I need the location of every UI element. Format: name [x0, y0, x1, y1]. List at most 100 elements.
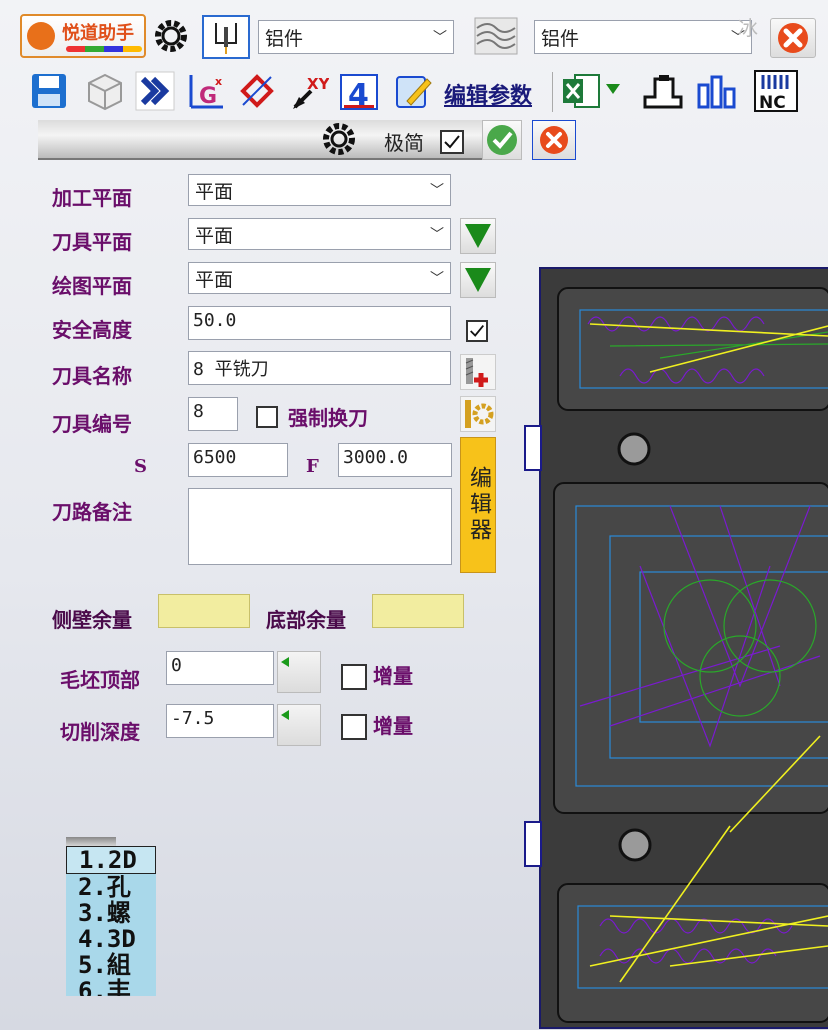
pencil-edit-icon: [396, 76, 432, 108]
side-allowance-label: 侧壁余量: [52, 608, 132, 632]
stock-top-pick-button[interactable]: [277, 651, 321, 693]
side-tab-bottom: [524, 821, 542, 867]
bolt-hole-bottom: [618, 828, 652, 862]
tool-plane-combo[interactable]: 平面 ﹀: [188, 218, 451, 250]
excel-icon: [563, 74, 600, 108]
cut-depth-pick-button[interactable]: [277, 704, 321, 746]
add-tool-icon: [465, 358, 488, 387]
cube-icon: [88, 73, 122, 111]
material-combo-right-value: 铝件: [541, 27, 580, 50]
drawing-plane-value: 平面: [195, 268, 234, 291]
mode-list-item-group[interactable]: 5.組: [66, 952, 156, 978]
drawing-plane-combo[interactable]: 平面 ﹀: [188, 262, 451, 294]
excel-export-button[interactable]: [560, 70, 602, 112]
bottom-allowance-input[interactable]: [372, 594, 464, 628]
mode-list-item-3d[interactable]: 4.3D: [66, 926, 156, 952]
simple-mode-label: 极简: [384, 131, 424, 155]
gear-icon: [155, 20, 187, 52]
solid-view-button[interactable]: [84, 70, 126, 112]
bolt-hole-top: [617, 432, 651, 466]
editor-button[interactable]: 编辑器: [460, 437, 496, 573]
fixture-button[interactable]: [640, 70, 686, 112]
mode-list[interactable]: 1.2D 2.孔 3.螺 4.3D 5.組 6.丰: [66, 846, 156, 996]
wave-pattern-button[interactable]: [470, 15, 522, 57]
xy-origin-button[interactable]: XY: [288, 70, 330, 112]
stock-top-label: 毛坯顶部: [60, 668, 140, 692]
material-combo-left[interactable]: 铝件 ﹀: [258, 20, 454, 54]
nc-label: NC: [759, 93, 786, 113]
tool-number-input[interactable]: 8: [188, 397, 238, 431]
logo-button[interactable]: 悦道助手: [20, 14, 146, 58]
simple-mode-checkbox[interactable]: [440, 130, 464, 154]
chevron-down-icon: ﹀: [430, 227, 444, 243]
pocket-bottom: [557, 883, 828, 1023]
cut-depth-label: 切削深度: [60, 720, 140, 744]
close-icon: [540, 126, 568, 154]
cut-depth-increment-label: 增量: [373, 714, 413, 738]
feed-rate-label: F: [306, 456, 319, 477]
cad-viewport[interactable]: [520, 266, 828, 1030]
logo-circle-icon: [27, 22, 55, 50]
mode-list-item-thread[interactable]: 3.螺: [66, 900, 156, 926]
tool-number-label: 刀具编号: [52, 412, 132, 436]
add-tool-button[interactable]: [460, 354, 496, 390]
chevron-down-icon: ﹀: [430, 271, 444, 287]
stock-top-input[interactable]: 0: [166, 651, 274, 685]
nc-output-button[interactable]: NC: [752, 68, 800, 114]
material-combo-right[interactable]: 铝件 ﹀: [534, 20, 752, 54]
xy-origin-icon: XY: [293, 75, 329, 109]
safe-height-label: 安全高度: [52, 318, 132, 342]
edit-params-icon-button[interactable]: [392, 70, 434, 112]
mode-list-item-2d[interactable]: 1.2D: [66, 846, 156, 874]
toolpath-note-label: 刀路备注: [52, 500, 132, 524]
close-window-button[interactable]: [770, 18, 816, 58]
toolpath-note-textarea[interactable]: [188, 488, 452, 565]
confirm-button[interactable]: [482, 120, 522, 160]
green-triangle-down-icon: [465, 224, 491, 248]
panel-settings-button[interactable]: [318, 118, 360, 160]
safe-height-input[interactable]: 50.0: [188, 306, 451, 340]
stock-top-increment-label: 增量: [373, 664, 413, 688]
tool-holder-button[interactable]: [202, 15, 250, 59]
bottom-allowance-label: 底部余量: [266, 608, 346, 632]
tool-name-input[interactable]: 8 平铣刀: [188, 351, 451, 385]
checkmark-icon: [470, 325, 484, 337]
logo-text: 悦道助手: [62, 23, 134, 44]
mode-list-item-hole[interactable]: 2.孔: [66, 874, 156, 900]
mode-list-item-six[interactable]: 6.丰: [66, 978, 156, 996]
cut-depth-input[interactable]: -7.5: [166, 704, 274, 738]
chevron-down-icon: ﹀: [430, 183, 444, 199]
tool-settings-button[interactable]: [460, 396, 496, 432]
feed-rate-input[interactable]: 3000.0: [338, 443, 452, 477]
cancel-button[interactable]: [532, 120, 576, 160]
four-axis-icon: 4: [340, 74, 378, 111]
force-change-label: 强制换刀: [288, 406, 368, 430]
machining-plane-combo[interactable]: 平面 ﹀: [188, 174, 451, 206]
force-change-checkbox[interactable]: [256, 406, 278, 428]
g-axis-icon: Gx: [189, 75, 223, 109]
safe-height-checkbox[interactable]: [466, 320, 488, 342]
tool-plane-dropdown-button[interactable]: [460, 218, 496, 254]
edit-params-link[interactable]: 编辑参数: [444, 78, 532, 110]
tool-name-label: 刀具名称: [52, 364, 132, 388]
bar-chart-button[interactable]: [694, 70, 740, 112]
nc-icon: NC: [754, 70, 798, 113]
settings-gear-button[interactable]: [150, 15, 192, 57]
tool-plane-label: 刀具平面: [52, 230, 132, 254]
fixture-icon: [643, 75, 683, 109]
ghost-title-text: 冰: [738, 16, 758, 40]
pocket-middle: [553, 482, 828, 814]
spindle-speed-input[interactable]: 6500: [188, 443, 288, 477]
stock-top-increment-checkbox[interactable]: [341, 664, 367, 690]
four-axis-button[interactable]: 4: [338, 70, 380, 112]
gcode-axis-button[interactable]: Gx: [186, 70, 228, 112]
forward-button[interactable]: [134, 70, 176, 112]
save-button[interactable]: [28, 70, 70, 112]
excel-dropdown-toggle[interactable]: [606, 84, 626, 100]
cut-depth-increment-checkbox[interactable]: [341, 714, 367, 740]
drawing-plane-dropdown-button[interactable]: [460, 262, 496, 298]
side-allowance-input[interactable]: [158, 594, 250, 628]
machining-plane-value: 平面: [195, 180, 234, 203]
transform-button[interactable]: [236, 70, 278, 112]
green-triangle-down-icon: [606, 84, 620, 94]
